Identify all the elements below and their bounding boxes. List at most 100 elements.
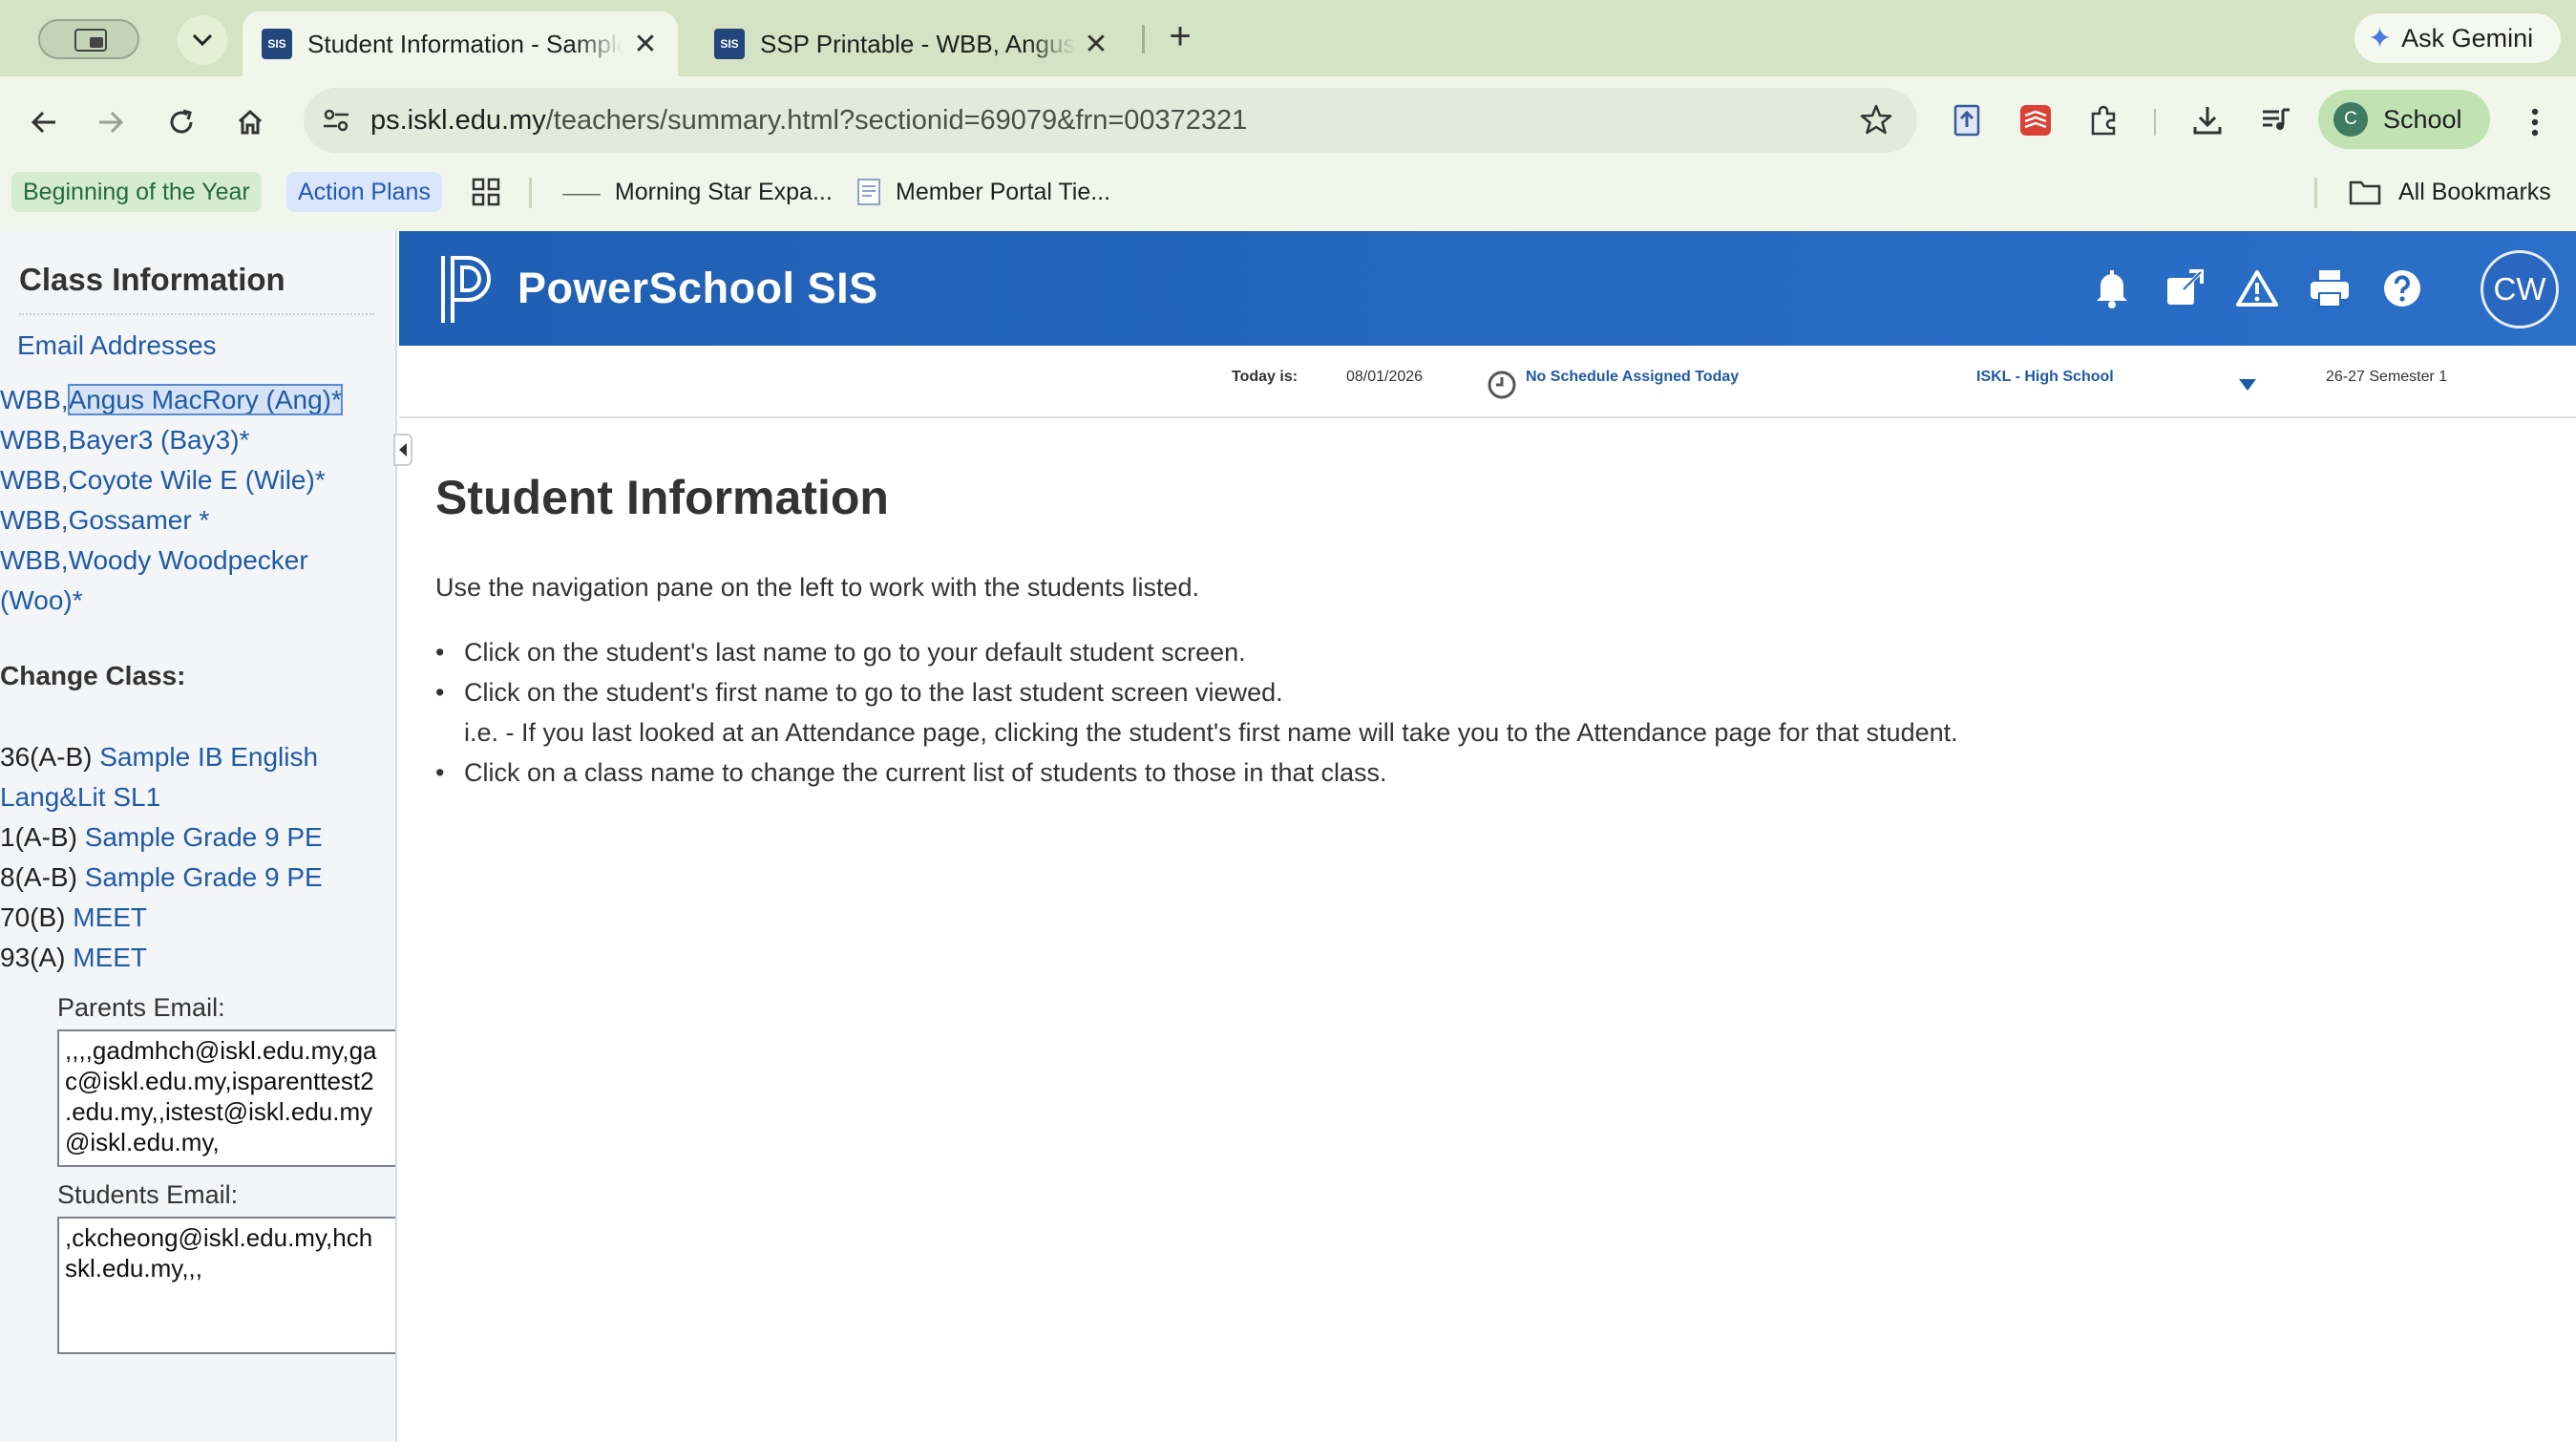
caret-down-icon[interactable] <box>2238 378 2257 392</box>
student-last-name-link[interactable]: WBB, <box>0 545 69 575</box>
student-first-name-link[interactable]: Gossamer * <box>69 505 210 535</box>
back-button[interactable] <box>19 97 69 147</box>
today-label: Today is: <box>1232 369 1299 385</box>
media-controls-button[interactable] <box>2257 101 2295 139</box>
bullet: • <box>435 678 445 707</box>
tab-strip: SIS Student Information - Sample IB Engl… <box>0 0 2576 76</box>
bookmark-morning-star[interactable]: ⸺ Morning Star Expa... <box>554 172 844 212</box>
profile-button[interactable]: C School <box>2318 90 2490 149</box>
class-link[interactable]: Sample Grade 9 PE <box>85 862 323 892</box>
student-first-name-link[interactable]: Angus MacRory (Ang)* <box>67 384 343 415</box>
arrow-left-icon <box>31 111 55 134</box>
reload-button[interactable] <box>157 97 206 147</box>
folder-icon <box>2349 180 2381 205</box>
extension-upload[interactable] <box>1948 101 1986 139</box>
print-button[interactable] <box>2307 265 2353 311</box>
bookmark-member-portal[interactable]: Member Portal Tie... <box>848 172 1122 212</box>
collapse-sidebar-button[interactable] <box>393 434 412 466</box>
tab-group-button[interactable] <box>38 19 139 59</box>
bookmark-label: Action Plans <box>298 178 431 205</box>
app-title: PowerSchool SIS <box>517 264 878 312</box>
class-link[interactable]: Sample Grade 9 PE <box>85 822 323 852</box>
tab-divider <box>1142 25 1145 53</box>
arrow-right-icon <box>99 111 124 134</box>
all-bookmarks-label: All Bookmarks <box>2398 178 2551 205</box>
downloads-button[interactable] <box>2188 101 2227 139</box>
students-email-textarea[interactable]: ,ckcheong@iskl.edu.my,hch skl.edu.my,,, <box>57 1217 395 1354</box>
browser-menu-button[interactable] <box>2521 101 2549 143</box>
url-text: ps.iskl.edu.my/teachers/summary.html?sec… <box>370 105 1247 137</box>
close-icon[interactable]: ✕ <box>630 29 661 60</box>
powerschool-logo <box>441 256 491 323</box>
student-first-name-link[interactable]: Coyote Wile E (Wile)* <box>69 465 326 495</box>
apps-grid-button[interactable] <box>472 178 500 213</box>
forward-button[interactable] <box>86 97 136 147</box>
bookmark-star-button[interactable] <box>1860 103 1892 140</box>
gemini-sparkle-icon: ✦ <box>2368 22 2393 54</box>
queue-music-icon <box>2263 108 2290 130</box>
warning-icon <box>2236 270 2278 307</box>
ask-gemini-label: Ask Gemini <box>2401 23 2534 53</box>
class-period: 70(B) <box>0 902 66 932</box>
site-info-button[interactable] <box>317 101 355 139</box>
ask-gemini-button[interactable]: ✦ Ask Gemini <box>2354 13 2561 63</box>
bookmark-beginning-of-year[interactable]: Beginning of the Year <box>11 172 262 212</box>
class-row: 1(A-B) Sample Grade 9 PE <box>0 817 391 858</box>
class-period: 36(A-B) <box>0 742 93 772</box>
powerschool-header: PowerSchool SIS CW <box>399 231 2576 346</box>
bookmark-label: Morning Star Expa... <box>614 178 833 205</box>
class-period: 8(A-B) <box>0 862 77 892</box>
extensions-button[interactable] <box>2085 101 2123 139</box>
profile-avatar: C <box>2333 102 2368 137</box>
open-external-button[interactable] <box>2162 265 2207 311</box>
student-list: WBB,Angus MacRory (Ang)* WBB,Bayer3 (Bay… <box>0 380 391 621</box>
school-selector[interactable]: ISKL - High School <box>1976 369 2114 386</box>
intro-text: Use the navigation pane on the left to w… <box>435 573 1199 602</box>
caret-left-icon <box>399 443 407 456</box>
url-path: /teachers/summary.html?sectionid=69079&f… <box>545 105 1248 136</box>
bookmark-action-plans[interactable]: Action Plans <box>286 172 442 212</box>
document-icon <box>857 179 880 205</box>
user-avatar[interactable]: CW <box>2481 250 2559 329</box>
dash-icon: ⸺ <box>561 180 602 207</box>
new-tab-button[interactable]: + <box>1159 17 1201 59</box>
tab-search-button[interactable] <box>178 15 227 65</box>
sis-favicon: SIS <box>714 29 745 59</box>
class-row: 8(A-B) Sample Grade 9 PE <box>0 858 391 898</box>
tab-student-information[interactable]: SIS Student Information - Sample IB Engl… <box>243 11 678 76</box>
all-bookmarks-button[interactable]: All Bookmarks <box>2349 172 2551 212</box>
class-link[interactable]: MEET <box>73 943 147 972</box>
class-period: 93(A) <box>0 943 66 972</box>
list-item-text: Click on a class name to change the curr… <box>464 758 1387 787</box>
extension-todoist[interactable] <box>2016 101 2055 139</box>
student-row: WBB,Angus MacRory (Ang)* <box>0 380 391 420</box>
schedule-link[interactable]: No Schedule Assigned Today <box>1526 369 1739 386</box>
class-link[interactable]: MEET <box>73 902 147 932</box>
list-item: • Click on the student's first name to go… <box>435 672 1958 753</box>
list-item-text: Click on the student's last name to go t… <box>464 638 1246 667</box>
email-addresses-link[interactable]: Email Addresses <box>17 330 217 361</box>
tab-ssp-printable[interactable]: SIS SSP Printable - WBB, Angus MacRory ✕ <box>695 11 1129 76</box>
page: Class Information Email Addresses WBB,An… <box>0 231 2576 1442</box>
address-bar[interactable]: ps.iskl.edu.my/teachers/summary.html?sec… <box>304 88 1917 153</box>
student-last-name-link[interactable]: WBB, <box>0 385 69 414</box>
download-icon <box>2193 107 2222 135</box>
alerts-button[interactable] <box>2234 265 2280 311</box>
parents-email-textarea[interactable]: ,,,,gadmhch@iskl.edu.my,ga c@iskl.edu.my… <box>57 1029 395 1167</box>
student-last-name-link[interactable]: WBB, <box>0 465 69 495</box>
student-last-name-link[interactable]: WBB, <box>0 505 69 535</box>
student-first-name-link[interactable]: Bayer3 (Bay3)* <box>69 425 250 455</box>
help-button[interactable] <box>2379 265 2425 311</box>
student-row: WBB,Coyote Wile E (Wile)* <box>0 460 391 500</box>
bookmark-label: Beginning of the Year <box>23 178 250 205</box>
close-icon[interactable]: ✕ <box>1081 29 1111 60</box>
external-link-icon <box>2167 269 2204 305</box>
term-selector[interactable]: 26-27 Semester 1 <box>2326 369 2447 386</box>
home-button[interactable] <box>225 97 275 147</box>
home-icon <box>238 109 263 135</box>
class-period: 1(A-B) <box>0 822 77 852</box>
sidebar-divider <box>19 313 374 315</box>
notifications-button[interactable] <box>2089 265 2135 311</box>
student-last-name-link[interactable]: WBB, <box>0 425 69 455</box>
page-title: Student Information <box>435 471 889 524</box>
